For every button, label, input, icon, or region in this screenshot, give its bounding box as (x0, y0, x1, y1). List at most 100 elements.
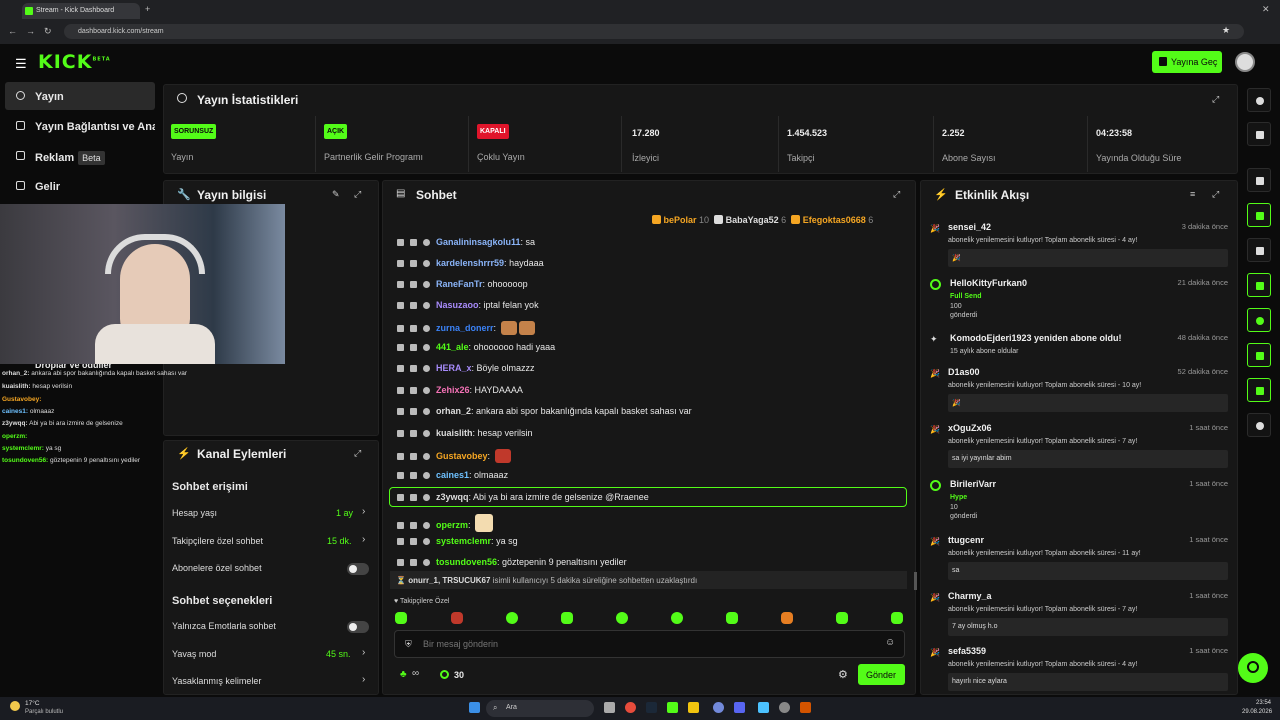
timeout-icon[interactable] (410, 387, 417, 394)
chevron-right-icon[interactable]: › (362, 647, 365, 658)
delete-icon[interactable] (397, 538, 404, 545)
timeout-icon[interactable] (410, 472, 417, 479)
chat-message[interactable]: Ganalininsagkolu11: sa (397, 237, 535, 255)
reload-icon[interactable]: ↻ (44, 26, 52, 37)
chevron-right-icon[interactable]: › (362, 674, 365, 685)
activity-event[interactable]: 🎉 ttugcenr 1 saat önce abonelik yenilemesin… (930, 535, 1228, 580)
timeout-icon[interactable] (410, 408, 417, 415)
delete-icon[interactable] (397, 430, 404, 437)
edit-button[interactable] (1247, 122, 1271, 146)
activity-event[interactable]: BirileriVarr 1 saat önce Hype 10 gönderdi (930, 479, 1228, 520)
clock-time[interactable]: 23:54 (1256, 700, 1271, 706)
timeout-icon[interactable] (410, 538, 417, 545)
emote-image[interactable] (671, 612, 683, 624)
send-button[interactable]: Gönder (858, 664, 905, 685)
new-tab-button[interactable]: + (145, 4, 150, 14)
timeout-icon[interactable] (410, 365, 417, 372)
expand-icon[interactable]: ⤢ (354, 448, 361, 459)
delete-icon[interactable] (397, 344, 404, 351)
menu-icon[interactable]: ☰ (15, 56, 27, 72)
chevron-right-icon[interactable]: › (362, 506, 365, 517)
activity-event[interactable]: 🎉 sefa5359 1 saat önce abonelik yenilemesin… (930, 646, 1228, 691)
ban-icon[interactable] (423, 344, 430, 351)
chat-message[interactable]: Gustavobey: (397, 449, 511, 467)
timeout-icon[interactable] (410, 494, 417, 501)
gifter-name[interactable]: Efegoktas0668 (803, 215, 866, 225)
browser-tab[interactable]: Stream - Kick Dashboard (22, 3, 140, 19)
expand-icon[interactable]: ⤢ (354, 189, 361, 200)
chat-message[interactable]: Nasuzaoo: iptal felan yok (397, 300, 539, 318)
chat-message[interactable]: kuaislith: hesap verilsin (397, 428, 533, 446)
subscriber-chat-toggle[interactable] (347, 563, 369, 575)
chat-message[interactable]: caines1: olmaaaz (397, 470, 508, 488)
timeout-icon[interactable] (410, 325, 417, 332)
kick-app-icon[interactable] (667, 702, 678, 713)
bookmark-star-icon[interactable]: ★ (1222, 25, 1230, 36)
delete-icon[interactable] (397, 260, 404, 267)
folder-icon[interactable] (688, 702, 699, 713)
timeout-icon[interactable] (410, 344, 417, 351)
setting-value[interactable]: 1 ay (336, 508, 353, 518)
chat-mode-icon[interactable]: ♣ (400, 669, 407, 680)
emote-image[interactable] (616, 612, 628, 624)
activity-event[interactable]: 🎉 Charmy_a 1 saat önce abonelik yenilemesin… (930, 591, 1228, 636)
app-icon[interactable] (758, 702, 769, 713)
chat-message[interactable]: 441_ale: ohoooooo hadi yaaa (397, 342, 555, 360)
obs-icon[interactable] (713, 702, 724, 713)
delete-icon[interactable] (397, 453, 404, 460)
go-live-button[interactable]: Yayına Geç (1152, 51, 1222, 73)
chat-message[interactable]: zurna_donerr: (397, 321, 535, 339)
emote-image[interactable] (451, 612, 463, 624)
ban-icon[interactable] (423, 387, 430, 394)
emote-image[interactable] (891, 612, 903, 624)
support-button[interactable] (1238, 653, 1268, 683)
expand-icon[interactable]: ⤢ (1212, 189, 1219, 200)
activity-event[interactable]: 🎉 sensei_42 3 dakika önce abonelik yenileme… (930, 222, 1228, 267)
delete-icon[interactable] (397, 302, 404, 309)
activity-event[interactable]: 🎉 xOguZx06 1 saat önce abonelik yenilemesin… (930, 423, 1228, 468)
address-bar[interactable]: dashboard.kick.com/stream (64, 24, 1244, 39)
delete-icon[interactable] (397, 239, 404, 246)
timeout-icon[interactable] (410, 559, 417, 566)
sidebar-item-stream[interactable]: Yayın (5, 82, 155, 110)
ban-icon[interactable] (423, 430, 430, 437)
weather-temp[interactable]: 17°C (25, 700, 40, 707)
delete-icon[interactable] (397, 387, 404, 394)
timeout-icon[interactable] (410, 522, 417, 529)
delete-icon[interactable] (397, 408, 404, 415)
chat-button[interactable] (1247, 273, 1271, 297)
users-button[interactable] (1247, 413, 1271, 437)
broadcast-button[interactable] (1247, 308, 1271, 332)
chat-message[interactable]: operzm: (397, 514, 494, 532)
sidebar-item-revenue[interactable]: Gelir (5, 172, 155, 200)
chevron-right-icon[interactable]: › (362, 534, 365, 545)
timeout-icon[interactable] (410, 430, 417, 437)
chat-scrollbar[interactable] (914, 572, 917, 590)
ban-icon[interactable] (423, 325, 430, 332)
sidebar-item-ads[interactable]: Reklam Beta (5, 142, 155, 170)
delete-icon[interactable] (397, 472, 404, 479)
activity-event[interactable]: ✦ KomodoEjderi1923 yeniden abone oldu! 48 … (930, 333, 1228, 355)
setting-value[interactable]: 45 sn. (326, 649, 351, 659)
gifter-name[interactable]: bePolar (664, 215, 697, 225)
settings-gear-icon[interactable]: ⚙ (838, 668, 848, 681)
delete-icon[interactable] (397, 281, 404, 288)
setting-value[interactable]: 15 dk. (327, 536, 352, 546)
ban-icon[interactable] (423, 559, 430, 566)
timeout-icon[interactable] (410, 239, 417, 246)
close-window-icon[interactable]: ✕ (1262, 4, 1270, 15)
ban-icon[interactable] (423, 472, 430, 479)
timeout-icon[interactable] (410, 281, 417, 288)
delete-icon[interactable] (397, 365, 404, 372)
emote-image[interactable] (836, 612, 848, 624)
tools-button[interactable] (1247, 378, 1271, 402)
user-avatar[interactable] (1235, 52, 1255, 72)
ban-icon[interactable] (423, 281, 430, 288)
weather-desc[interactable]: Parçalı bulutlu (25, 709, 63, 715)
ban-icon[interactable] (423, 453, 430, 460)
emote-image[interactable] (395, 612, 407, 624)
emote-image[interactable] (726, 612, 738, 624)
steam-icon[interactable] (646, 702, 657, 713)
ban-icon[interactable] (423, 494, 430, 501)
windows-start-icon[interactable] (469, 702, 480, 713)
